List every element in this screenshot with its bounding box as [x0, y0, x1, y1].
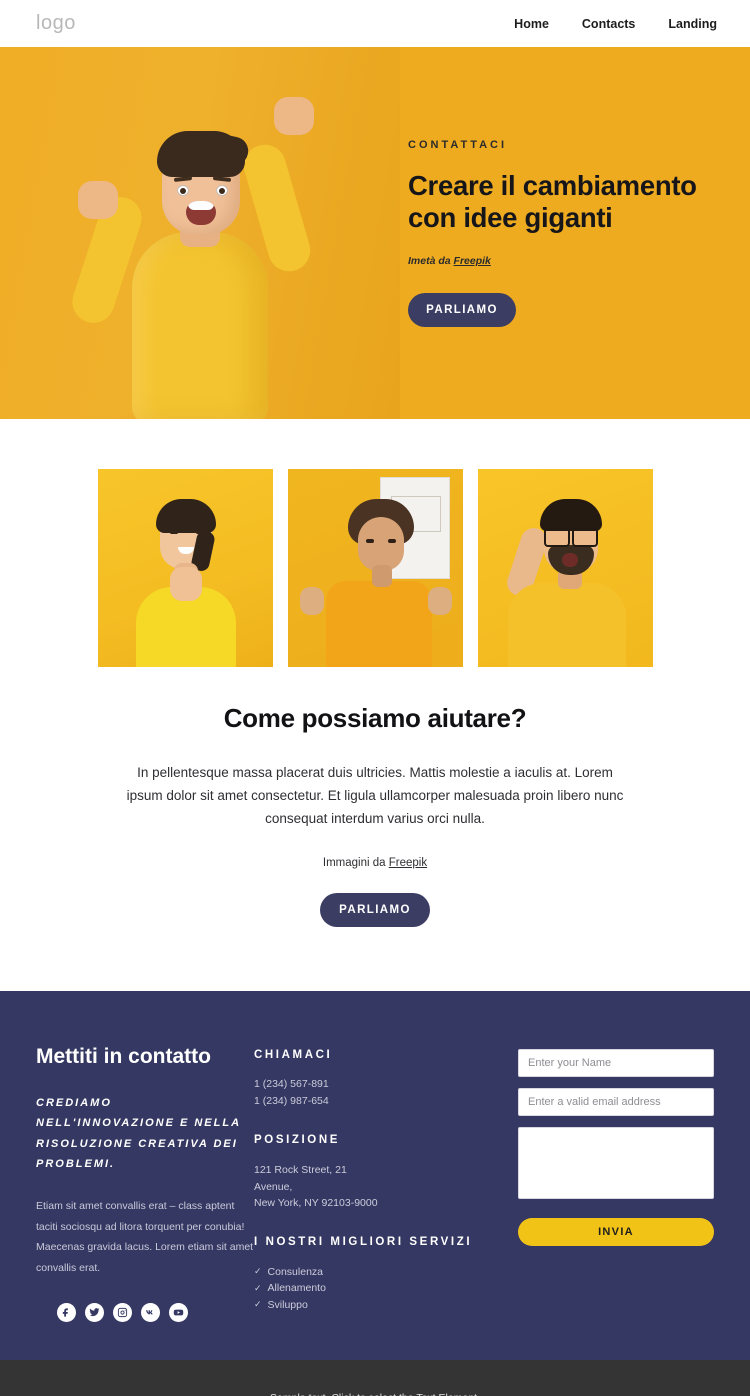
hero-title: Creare il cambiamento con idee giganti	[408, 170, 697, 233]
footer-columns: Mettiti in contatto CREDIAMO NELL'INNOVA…	[36, 1043, 714, 1313]
instagram-icon[interactable]	[113, 1302, 132, 1322]
service-label: Allenamento	[267, 1282, 326, 1295]
help-credit-text: Immagini da	[322, 856, 389, 869]
footer-phone-1[interactable]: 1 (234) 567-891	[254, 1076, 474, 1093]
help-cta-button[interactable]: PARLIAMO	[320, 892, 430, 927]
help-credit-link[interactable]: Freepik	[389, 857, 427, 869]
footer-location-heading: POSIZIONE	[254, 1134, 341, 1147]
site-header: logo Home Contacts Landing	[0, 0, 750, 47]
nav-link-home[interactable]: Home	[514, 17, 549, 31]
service-label: Sviluppo	[267, 1298, 308, 1311]
hero-credit-link[interactable]: Freepik	[454, 255, 491, 267]
site-footer: Mettiti in contatto CREDIAMO NELL'INNOVA…	[0, 990, 750, 1360]
main-navigation: Home Contacts Landing	[514, 17, 717, 31]
help-credit: Immagini da Freepik	[0, 857, 750, 869]
gallery-section	[0, 419, 750, 667]
footer-title: Mettiti in contatto	[36, 1044, 211, 1068]
hero-image-cheering-man	[0, 47, 400, 419]
landing-page: logo Home Contacts Landing CONTATTACI Cr…	[0, 0, 750, 1396]
check-icon: ✓	[254, 1282, 262, 1293]
name-input[interactable]	[518, 1048, 714, 1077]
cheering-man-illustration	[50, 77, 350, 419]
facebook-icon[interactable]	[57, 1302, 76, 1322]
hero-credit: Imetà da Freepik	[408, 255, 708, 267]
list-item: ✓ Allenamento	[254, 1280, 474, 1296]
help-paragraph: In pellentesque massa placerat duis ultr…	[126, 765, 624, 827]
footer-address-line-2: Avenue,	[254, 1180, 293, 1193]
footer-services-heading: I NOSTRI MIGLIORI SERVIZI	[254, 1236, 473, 1249]
list-item: ✓ Sviluppo	[254, 1297, 474, 1313]
footer-address-line-3: New York, NY 92103-9000	[254, 1197, 378, 1210]
email-input[interactable]	[518, 1087, 714, 1116]
footer-call-heading: CHIAMACI	[254, 1048, 333, 1061]
check-icon: ✓	[254, 1266, 262, 1277]
submit-button[interactable]: INVIA	[518, 1217, 714, 1246]
hero-cta-button[interactable]: PARLIAMO	[408, 292, 516, 327]
help-section: Come possiamo aiutare? In pellentesque m…	[0, 667, 750, 991]
footer-tagline: CREDIAMO NELL'INNOVAZIONE E NELLA RISOLU…	[36, 1097, 241, 1171]
social-links	[57, 1302, 188, 1322]
list-item: ✓ Consulenza	[254, 1264, 474, 1280]
logo[interactable]: logo	[36, 12, 76, 35]
hero-copy: CONTATTACI Creare il cambiamento con ide…	[408, 47, 708, 419]
hero-credit-text: Imetà da	[408, 254, 454, 267]
footer-column-about: Mettiti in contatto CREDIAMO NELL'INNOVA…	[36, 1043, 254, 1313]
vk-icon[interactable]	[141, 1302, 160, 1322]
footer-address-line-1: 121 Rock Street, 21	[254, 1163, 347, 1176]
hero-section: CONTATTACI Creare il cambiamento con ide…	[0, 47, 750, 419]
message-textarea[interactable]	[518, 1126, 714, 1199]
twitter-icon[interactable]	[85, 1302, 104, 1322]
bottom-bar-text[interactable]: Sample text. Click to select the Text El…	[270, 1392, 480, 1396]
youtube-icon[interactable]	[169, 1302, 188, 1322]
footer-body-text: Etiam sit amet convallis erat – class ap…	[36, 1200, 254, 1274]
check-icon: ✓	[254, 1298, 262, 1309]
footer-services-list: ✓ Consulenza ✓ Allenamento ✓ Sviluppo	[254, 1264, 474, 1313]
gallery-image-3	[477, 469, 653, 667]
gallery-row	[0, 469, 750, 667]
footer-column-form: INVIA	[518, 1043, 714, 1313]
nav-link-contacts[interactable]: Contacts	[582, 17, 635, 31]
help-title: Come possiamo aiutare?	[223, 703, 527, 733]
footer-phone-2[interactable]: 1 (234) 987-654	[254, 1093, 474, 1110]
gallery-image-1	[97, 469, 273, 667]
bottom-bar: Sample text. Click to select the Text El…	[0, 1359, 750, 1396]
footer-column-contact: CHIAMACI 1 (234) 567-891 1 (234) 987-654…	[254, 1043, 474, 1313]
hero-eyebrow: CONTATTACI	[408, 139, 508, 152]
gallery-image-2	[287, 469, 463, 667]
nav-link-landing[interactable]: Landing	[668, 17, 717, 31]
service-label: Consulenza	[267, 1266, 323, 1279]
